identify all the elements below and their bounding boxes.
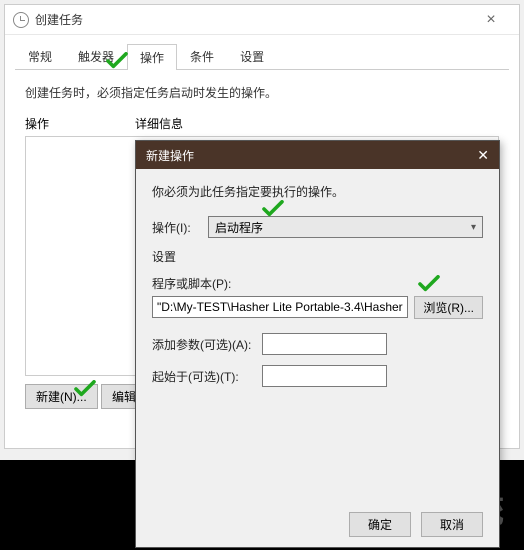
close-icon[interactable]: ✕ bbox=[459, 147, 489, 164]
dialog-footer: 确定 取消 bbox=[349, 512, 483, 537]
tab-conditions[interactable]: 条件 bbox=[177, 43, 227, 69]
checkmark-icon bbox=[262, 200, 284, 218]
dialog-description: 你必须为此任务指定要执行的操作。 bbox=[152, 183, 483, 200]
action-selected-value: 启动程序 bbox=[215, 219, 263, 236]
tab-actions[interactable]: 操作 bbox=[127, 44, 177, 70]
tab-strip: 常规 触发器 操作 条件 设置 bbox=[15, 43, 509, 70]
new-action-dialog: 新建操作 ✕ 你必须为此任务指定要执行的操作。 操作(I): 启动程序 ▾ 设置… bbox=[135, 140, 500, 548]
args-label: 添加参数(可选)(A): bbox=[152, 336, 262, 353]
tab-general[interactable]: 常规 bbox=[15, 43, 65, 69]
main-title: 创建任务 bbox=[35, 11, 471, 28]
checkmark-icon bbox=[106, 52, 128, 70]
actions-description: 创建任务时，必须指定任务启动时发生的操作。 bbox=[25, 84, 499, 101]
browse-button[interactable]: 浏览(R)... bbox=[414, 296, 483, 319]
chevron-down-icon: ▾ bbox=[471, 222, 476, 233]
tab-settings[interactable]: 设置 bbox=[227, 43, 277, 69]
action-row: 操作(I): 启动程序 ▾ bbox=[152, 216, 483, 238]
action-label: 操作(I): bbox=[152, 219, 208, 236]
actions-list-header: 操作 详细信息 bbox=[25, 115, 499, 132]
settings-group-label: 设置 bbox=[152, 248, 483, 265]
program-input[interactable] bbox=[152, 296, 408, 318]
close-icon[interactable]: × bbox=[471, 11, 511, 29]
dialog-title: 新建操作 bbox=[146, 147, 459, 164]
ok-button[interactable]: 确定 bbox=[349, 512, 411, 537]
startin-label: 起始于(可选)(T): bbox=[152, 368, 262, 385]
startin-row: 起始于(可选)(T): bbox=[152, 365, 483, 387]
col-action: 操作 bbox=[25, 115, 135, 132]
args-input[interactable] bbox=[262, 333, 387, 355]
dialog-titlebar: 新建操作 ✕ bbox=[136, 141, 499, 169]
program-row: 浏览(R)... bbox=[152, 296, 483, 319]
checkmark-icon bbox=[74, 380, 96, 398]
clock-icon bbox=[13, 12, 29, 28]
args-row: 添加参数(可选)(A): bbox=[152, 333, 483, 355]
action-select[interactable]: 启动程序 ▾ bbox=[208, 216, 483, 238]
main-titlebar: 创建任务 × bbox=[5, 5, 519, 35]
cancel-button[interactable]: 取消 bbox=[421, 512, 483, 537]
startin-input[interactable] bbox=[262, 365, 387, 387]
checkmark-icon bbox=[418, 275, 440, 293]
col-details: 详细信息 bbox=[135, 115, 499, 132]
dialog-body: 你必须为此任务指定要执行的操作。 操作(I): 启动程序 ▾ 设置 程序或脚本(… bbox=[136, 169, 499, 411]
